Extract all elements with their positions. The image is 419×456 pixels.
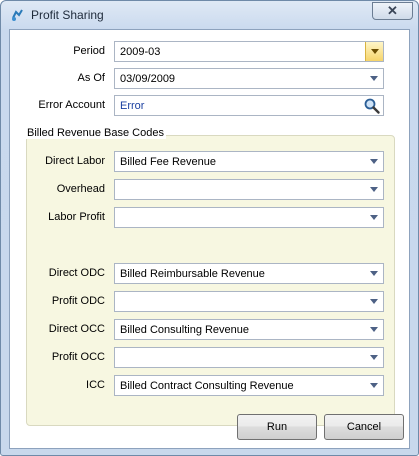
base-code-dropdown-button[interactable] bbox=[365, 264, 383, 283]
period-label: Period bbox=[73, 45, 105, 57]
base-code-dropdown-button[interactable] bbox=[365, 320, 383, 339]
group-row-label: Profit ODC bbox=[51, 295, 105, 307]
base-code-value: Billed Fee Revenue bbox=[120, 156, 217, 168]
as-of-date-field[interactable]: 03/09/2009 bbox=[114, 68, 384, 89]
as-of-dropdown-button[interactable] bbox=[365, 69, 383, 88]
base-code-dropdown[interactable] bbox=[114, 207, 384, 228]
base-code-dropdown[interactable]: Billed Contract Consulting Revenue bbox=[114, 375, 384, 396]
error-account-value: Error bbox=[120, 100, 145, 112]
group-row-label: ICC bbox=[86, 379, 105, 391]
group-row-label: Direct Labor bbox=[45, 155, 105, 167]
base-code-dropdown[interactable] bbox=[114, 291, 384, 312]
base-code-dropdown[interactable]: Billed Consulting Revenue bbox=[114, 319, 384, 340]
as-of-label: As Of bbox=[77, 72, 105, 84]
base-code-value: Billed Contract Consulting Revenue bbox=[120, 380, 294, 392]
group-row-label: Labor Profit bbox=[48, 211, 105, 223]
cancel-button[interactable]: Cancel bbox=[324, 414, 404, 440]
close-icon: ✕ bbox=[387, 3, 398, 18]
search-icon[interactable] bbox=[363, 97, 381, 115]
base-code-value: Billed Reimbursable Revenue bbox=[120, 268, 265, 280]
group-title: Billed Revenue Base Codes bbox=[25, 127, 166, 139]
period-dropdown[interactable]: 2009-03 bbox=[114, 41, 384, 62]
close-button[interactable]: ✕ bbox=[372, 2, 413, 20]
chevron-down-icon bbox=[370, 159, 378, 164]
chevron-down-icon bbox=[370, 355, 378, 360]
run-button[interactable]: Run bbox=[237, 414, 317, 440]
period-dropdown-button[interactable] bbox=[365, 42, 383, 61]
chevron-down-icon bbox=[370, 271, 378, 276]
period-value: 2009-03 bbox=[120, 46, 161, 58]
base-code-dropdown[interactable]: Billed Reimbursable Revenue bbox=[114, 263, 384, 284]
dialog-body: Period 2009-03 As Of 03/09/2009 Error Ac… bbox=[9, 29, 410, 449]
base-code-dropdown-button[interactable] bbox=[365, 208, 383, 227]
window-title: Profit Sharing bbox=[31, 8, 104, 22]
chevron-down-icon bbox=[370, 383, 378, 388]
chevron-down-icon bbox=[370, 215, 378, 220]
error-account-field[interactable]: Error bbox=[114, 95, 384, 116]
group-row-label: Overhead bbox=[56, 183, 105, 195]
base-code-value: Billed Consulting Revenue bbox=[120, 324, 250, 336]
chevron-down-icon bbox=[370, 76, 378, 81]
chevron-down-icon bbox=[370, 187, 378, 192]
base-code-dropdown[interactable] bbox=[114, 179, 384, 200]
base-code-dropdown-button[interactable] bbox=[365, 152, 383, 171]
base-code-dropdown[interactable] bbox=[114, 347, 384, 368]
profit-sharing-app-icon bbox=[12, 9, 23, 21]
group-row-label: Direct ODC bbox=[48, 267, 105, 279]
base-code-dropdown-button[interactable] bbox=[365, 180, 383, 199]
title-bar[interactable]: Profit Sharing ✕ bbox=[1, 1, 418, 29]
chevron-down-icon bbox=[370, 299, 378, 304]
group-row-label: Profit OCC bbox=[51, 351, 105, 363]
profit-sharing-window: Profit Sharing ✕ Period 2009-03 As Of 03… bbox=[0, 0, 419, 456]
base-code-dropdown[interactable]: Billed Fee Revenue bbox=[114, 151, 384, 172]
chevron-down-icon bbox=[370, 327, 378, 332]
error-account-label: Error Account bbox=[38, 99, 105, 111]
base-code-dropdown-button[interactable] bbox=[365, 292, 383, 311]
base-code-dropdown-button[interactable] bbox=[365, 348, 383, 367]
group-row-label: Direct OCC bbox=[48, 323, 105, 335]
base-code-dropdown-button[interactable] bbox=[365, 376, 383, 395]
chevron-down-icon bbox=[370, 49, 379, 54]
as-of-value: 03/09/2009 bbox=[120, 73, 176, 85]
